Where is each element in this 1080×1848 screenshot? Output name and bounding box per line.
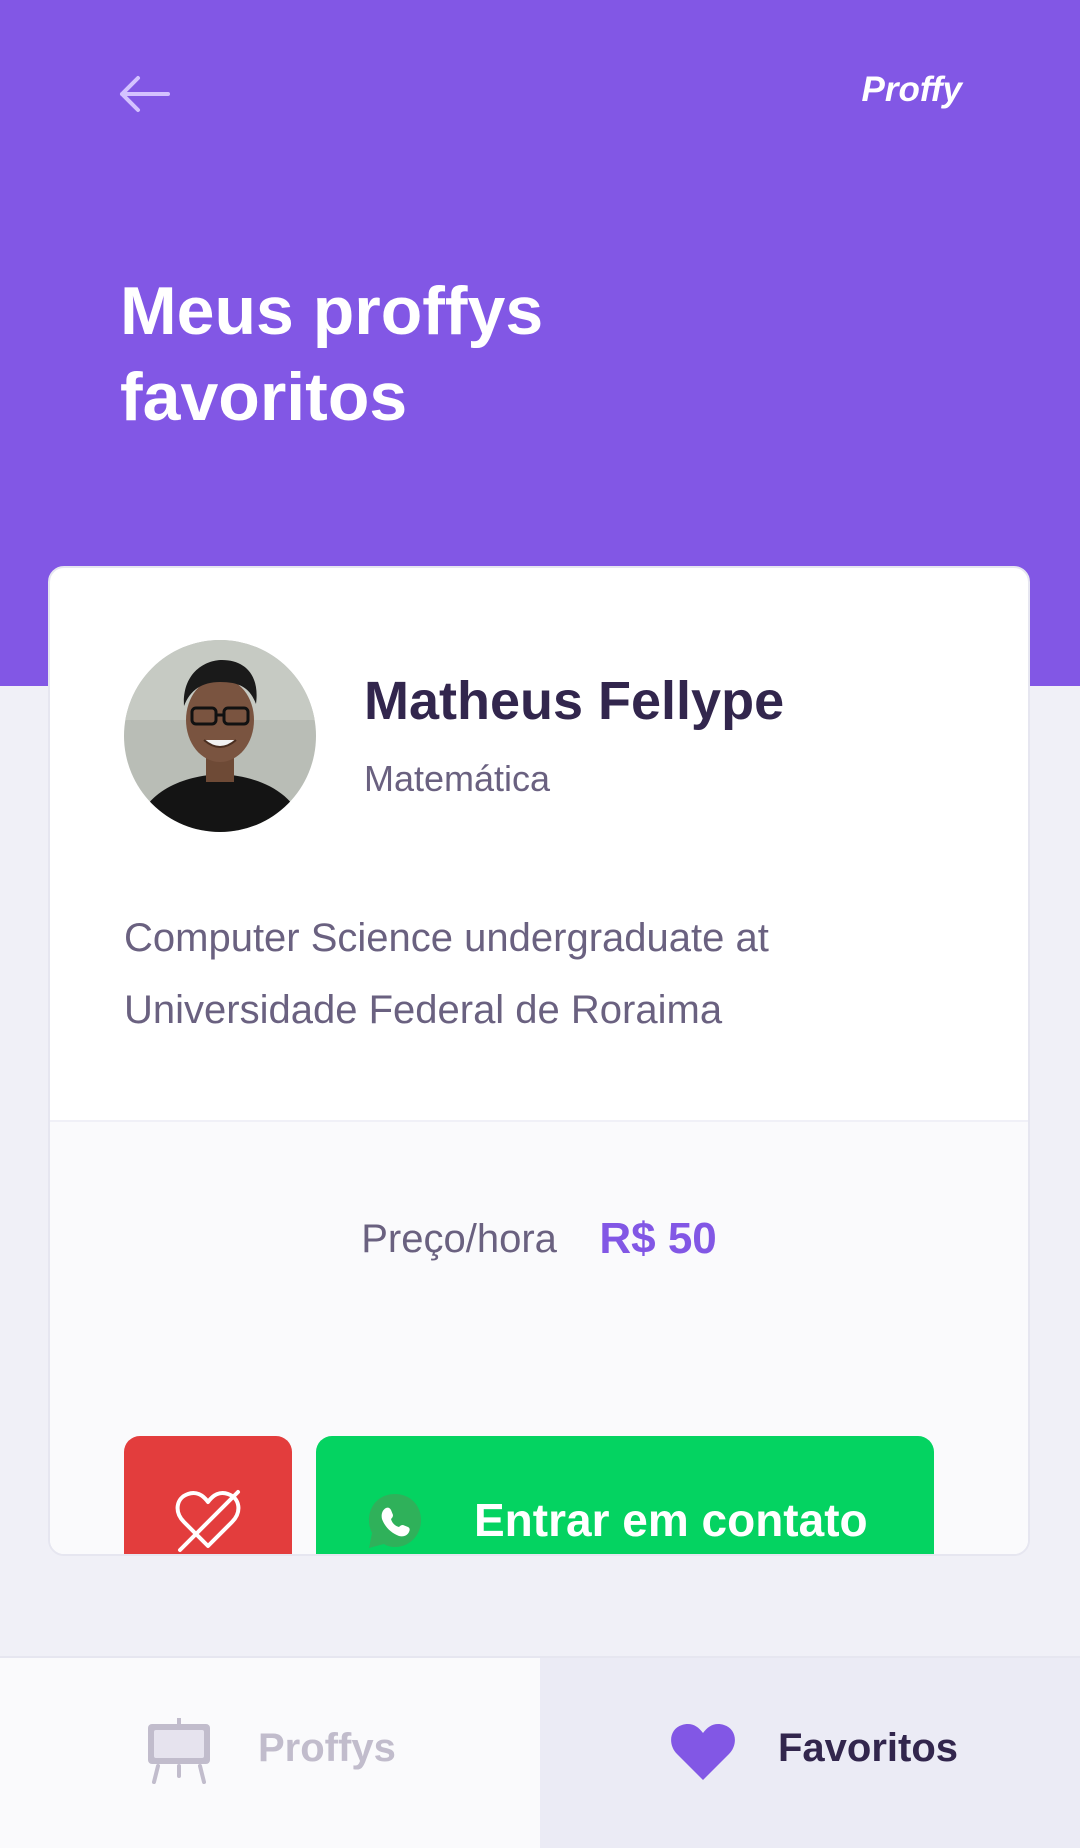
app-logo: Proffy (861, 70, 963, 109)
tab-proffys-label: Proffys (258, 1726, 396, 1770)
heart-icon (671, 1723, 735, 1780)
back-button[interactable] (112, 66, 178, 122)
arrow-left-icon (120, 76, 170, 112)
unfavorite-button[interactable] (124, 1436, 292, 1554)
tab-proffys[interactable]: Proffys (0, 1658, 540, 1848)
contact-button-label: Entrar em contato (474, 1494, 868, 1546)
easel-icon (148, 1718, 210, 1784)
price-label: Preço/hora (361, 1216, 557, 1261)
teacher-bio: Computer Science undergraduate at Univer… (124, 916, 769, 1032)
contact-button[interactable]: Entrar em contato (316, 1436, 934, 1554)
teacher-card: Matheus Fellype Matemática Computer Scie… (48, 566, 1030, 1556)
tab-favoritos[interactable]: Favoritos (540, 1658, 1080, 1848)
heart-outline-slashed-icon (175, 1490, 241, 1552)
bottom-tab-bar: Proffys Favoritos (0, 1656, 1080, 1848)
teacher-subject: Matemática (364, 758, 551, 799)
teacher-name: Matheus Fellype (364, 671, 785, 731)
price-value: R$ 50 (599, 1214, 717, 1263)
whatsapp-icon (369, 1494, 421, 1548)
avatar (124, 640, 316, 832)
price-row: Preço/hora R$ 50 (50, 1214, 1028, 1264)
tab-favoritos-label: Favoritos (778, 1726, 959, 1770)
card-footer: Preço/hora R$ 50 Entrar em contato (50, 1120, 1028, 1554)
page-title: Meus proffys favoritos (120, 273, 544, 435)
